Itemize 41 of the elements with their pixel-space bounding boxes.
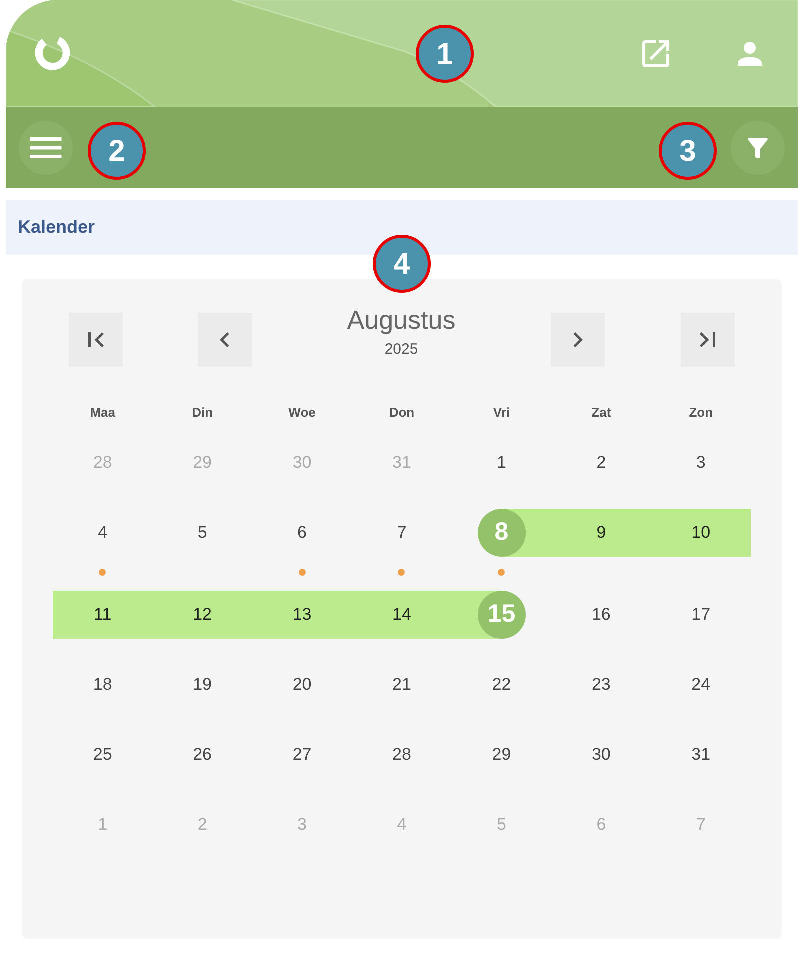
calendar-day[interactable]: 22: [492, 674, 512, 696]
first-month-button[interactable]: [69, 313, 123, 367]
year-label: 2025: [384, 340, 418, 360]
weekday-label: Vri: [493, 404, 510, 422]
calendar-day[interactable]: 29: [492, 744, 512, 766]
in-range-day[interactable]: 14: [352, 591, 452, 639]
weekday-label: Woe: [288, 404, 316, 422]
calendar-day[interactable]: 19: [193, 674, 212, 696]
calendar-day[interactable]: 7: [397, 522, 407, 544]
calendar-day[interactable]: 6: [298, 522, 308, 544]
calendar-day[interactable]: 5: [198, 522, 208, 544]
in-range-day[interactable]: 9: [552, 509, 652, 557]
calendar-day[interactable]: 25: [93, 744, 112, 766]
calendar-day[interactable]: 24: [692, 674, 711, 696]
calendar-day[interactable]: 23: [592, 674, 611, 696]
weekday-label: Maa: [90, 404, 116, 422]
weekday-label: Din: [192, 404, 214, 422]
calendar-day[interactable]: 30: [592, 744, 611, 766]
weekday-label: Zon: [689, 404, 714, 422]
calendar-day[interactable]: 31: [692, 744, 711, 766]
weekday-label: Don: [389, 404, 415, 422]
calendar-day[interactable]: 4: [98, 522, 108, 544]
calendar-day[interactable]: 18: [93, 674, 112, 696]
last-month-button[interactable]: [681, 313, 735, 367]
calendar-day[interactable]: 20: [292, 674, 312, 696]
calendar-day[interactable]: 16: [592, 604, 611, 626]
calendar-day[interactable]: 28: [392, 744, 412, 766]
page-title: Kalender: [18, 216, 96, 239]
calendar-day[interactable]: 26: [193, 744, 212, 766]
calendar-day[interactable]: 2: [596, 452, 606, 474]
in-range-day[interactable]: 12: [152, 591, 252, 639]
calendar-day[interactable]: 17: [692, 604, 711, 626]
weekday-label: Zat: [592, 404, 612, 422]
in-range-day[interactable]: 13: [252, 591, 352, 639]
calendar-day[interactable]: 1: [496, 452, 506, 474]
calendar-day[interactable]: 21: [392, 674, 412, 696]
in-range-day[interactable]: 10: [651, 509, 751, 557]
calendar-day[interactable]: 3: [696, 452, 706, 474]
month-title: Augustus: [347, 305, 456, 335]
calendar-day[interactable]: 27: [292, 744, 312, 766]
in-range-day[interactable]: 11: [53, 591, 153, 639]
